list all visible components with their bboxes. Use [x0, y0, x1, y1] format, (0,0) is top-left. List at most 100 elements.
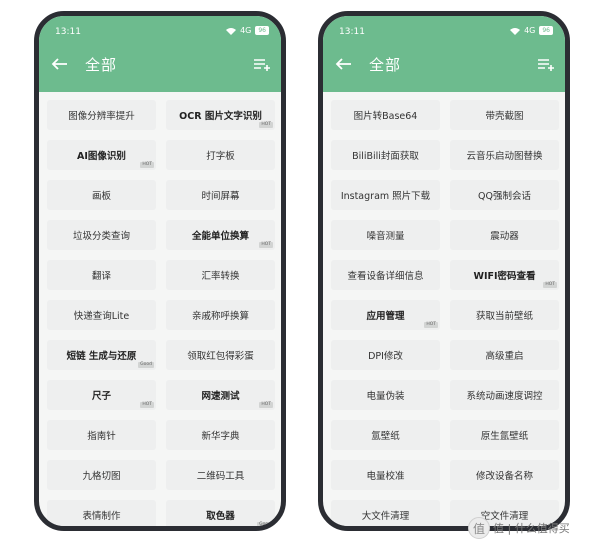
phone-left: 13:11 4G 96 全部 图像分辨率提升 OCR 图片文字识别 HOT AI图像识… — [34, 11, 286, 531]
tool-tile[interactable]: 图像分辨率提升 — [47, 100, 156, 130]
tool-label: 电量校准 — [366, 471, 405, 482]
playlist-add-icon[interactable] — [537, 56, 555, 72]
tool-label: 修改设备名称 — [475, 471, 533, 482]
tool-label: 查看设备详细信息 — [347, 271, 424, 282]
tool-label: 时间屏幕 — [201, 191, 240, 202]
tool-badge: HOT — [259, 242, 273, 248]
tool-tile[interactable]: 震动器 — [450, 220, 559, 250]
tool-tile[interactable]: 全能单位换算 HOT — [166, 220, 275, 250]
tool-label: 电量伪装 — [366, 391, 405, 402]
tool-label: BiliBili封面获取 — [352, 151, 419, 162]
tool-label: AI图像识别 — [77, 151, 126, 162]
tool-badge: HOT — [424, 322, 438, 328]
tool-tile[interactable]: 表情制作 — [47, 500, 156, 526]
wifi-icon — [510, 27, 521, 35]
tool-label: 快递查询Lite — [73, 311, 130, 322]
tool-label: QQ强制会话 — [478, 191, 531, 202]
tool-tile[interactable]: 快递查询Lite — [47, 300, 156, 330]
playlist-add-icon[interactable] — [253, 56, 271, 72]
tool-tile[interactable]: 修改设备名称 — [450, 460, 559, 490]
tool-tile[interactable]: 时间屏幕 — [166, 180, 275, 210]
tool-tile[interactable]: Instagram 照片下载 — [331, 180, 440, 210]
tool-label: 领取红包得彩蛋 — [187, 351, 254, 362]
tool-label: 应用管理 — [366, 311, 405, 322]
tool-tile[interactable]: BiliBili封面获取 — [331, 140, 440, 170]
tool-tile[interactable]: 氲壁纸 — [331, 420, 440, 450]
tool-label: 网速测试 — [201, 391, 240, 402]
tool-tile[interactable]: 网速测试 HOT — [166, 380, 275, 410]
tool-label: 图像分辨率提升 — [68, 111, 135, 122]
wifi-icon — [226, 27, 237, 35]
battery-icon: 96 — [255, 26, 269, 35]
back-arrow-icon[interactable] — [333, 56, 353, 72]
tool-tile[interactable]: 获取当前壁纸 — [450, 300, 559, 330]
tool-tile[interactable]: 尺子 HOT — [47, 380, 156, 410]
tool-badge: HOT — [140, 402, 154, 408]
tool-label: 垃圾分类查询 — [72, 231, 130, 242]
tool-label: 高级重启 — [485, 351, 524, 362]
tool-tile[interactable]: 噪音测量 — [331, 220, 440, 250]
tool-tile[interactable]: WIFI密码查看 HOT — [450, 260, 559, 290]
tool-tile[interactable]: 系统动画速度调控 — [450, 380, 559, 410]
tool-tile[interactable]: 取色器 Good — [166, 500, 275, 526]
tool-badge: Good — [138, 362, 154, 368]
tool-tile[interactable]: 原生氲壁纸 — [450, 420, 559, 450]
status-time: 13:11 — [55, 27, 81, 37]
status-bar: 13:11 4G 96 — [323, 16, 565, 48]
tool-tile[interactable]: 云音乐启动图替换 — [450, 140, 559, 170]
tool-tile[interactable]: QQ强制会话 — [450, 180, 559, 210]
tool-tile[interactable]: 新华字典 — [166, 420, 275, 450]
tool-tile[interactable]: 领取红包得彩蛋 — [166, 340, 275, 370]
tool-badge: HOT — [140, 162, 154, 168]
tool-label: 氲壁纸 — [371, 431, 400, 442]
tool-tile[interactable]: 高级重启 — [450, 340, 559, 370]
tool-label: 全能单位换算 — [191, 231, 249, 242]
tool-badge: HOT — [259, 122, 273, 128]
tool-tile[interactable]: 图片转Base64 — [331, 100, 440, 130]
tool-tile[interactable]: 亲戚称呼换算 — [166, 300, 275, 330]
watermark: 值 值 | 什么值得买 — [468, 517, 570, 539]
tool-label: 原生氲壁纸 — [480, 431, 529, 442]
tool-label: 震动器 — [490, 231, 519, 242]
tool-badge: HOT — [259, 402, 273, 408]
tool-tile[interactable]: 九格切图 — [47, 460, 156, 490]
network-label: 4G — [524, 26, 536, 35]
tool-label: 打字板 — [206, 151, 235, 162]
tool-tile[interactable]: 电量伪装 — [331, 380, 440, 410]
back-arrow-icon[interactable] — [49, 56, 69, 72]
app-header: 13:11 4G 96 全部 — [323, 16, 565, 92]
tool-tile[interactable]: 大文件清理 — [331, 500, 440, 526]
tool-tile[interactable]: AI图像识别 HOT — [47, 140, 156, 170]
tool-label: 新华字典 — [201, 431, 240, 442]
tool-tile[interactable]: 汇率转换 — [166, 260, 275, 290]
status-bar: 13:11 4G 96 — [39, 16, 281, 48]
tool-tile[interactable]: 垃圾分类查询 — [47, 220, 156, 250]
tool-tile[interactable]: 二维码工具 — [166, 460, 275, 490]
page-title: 全部 — [369, 56, 402, 74]
tool-tile[interactable]: 电量校准 — [331, 460, 440, 490]
tool-tile[interactable]: 带壳截图 — [450, 100, 559, 130]
tool-label: 汇率转换 — [201, 271, 240, 282]
network-label: 4G — [240, 26, 252, 35]
tool-label: DPI修改 — [368, 351, 403, 362]
tool-label: 亲戚称呼换算 — [191, 311, 249, 322]
tool-badge: HOT — [543, 282, 557, 288]
tool-tile[interactable]: 画板 — [47, 180, 156, 210]
tool-tile[interactable]: 指南针 — [47, 420, 156, 450]
phone-right: 13:11 4G 96 全部 图片转Base64 带壳截图 BiliBili封面获取… — [318, 11, 570, 531]
tool-tile[interactable]: DPI修改 — [331, 340, 440, 370]
tool-tile[interactable]: 短链 生成与还原 Good — [47, 340, 156, 370]
tool-tile[interactable]: 查看设备详细信息 — [331, 260, 440, 290]
tool-label: Instagram 照片下载 — [340, 191, 431, 202]
smzdm-logo-icon: 值 — [468, 517, 490, 539]
tool-label: 画板 — [91, 191, 111, 202]
tool-tile[interactable]: OCR 图片文字识别 HOT — [166, 100, 275, 130]
tool-label: 云音乐启动图替换 — [466, 151, 543, 162]
tool-tile[interactable]: 应用管理 HOT — [331, 300, 440, 330]
tool-tile[interactable]: 打字板 — [166, 140, 275, 170]
tool-label: 九格切图 — [82, 471, 121, 482]
tool-tile[interactable]: 翻译 — [47, 260, 156, 290]
tool-grid: 图像分辨率提升 OCR 图片文字识别 HOT AI图像识别 HOT 打字板画板 时间屏幕垃圾… — [39, 92, 281, 526]
tool-label: 尺子 — [91, 391, 111, 402]
tool-label: 带壳截图 — [485, 111, 524, 122]
